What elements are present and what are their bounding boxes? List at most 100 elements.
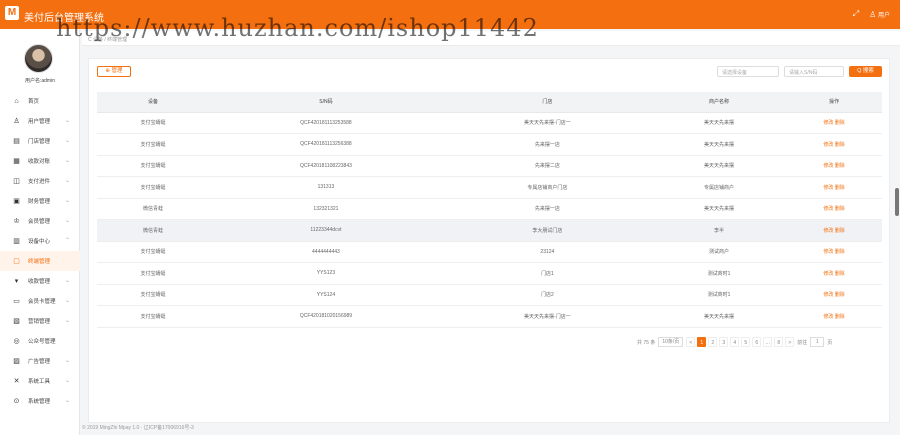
sidebar-item[interactable]: ▥ 设备中心 ⌃ — [0, 231, 80, 251]
menu-icon: ▢ — [13, 257, 20, 265]
table-cell: 李大朋试门店 — [442, 219, 652, 242]
scrollbar[interactable] — [895, 188, 899, 216]
page-button[interactable]: 6 — [752, 337, 762, 347]
page-unit: 页 — [827, 339, 833, 346]
sidebar-item[interactable]: ♔ 会员管理 ⌄ — [0, 211, 80, 231]
menu-icon: ▥ — [13, 237, 20, 245]
row-actions[interactable]: 修改 删除 — [786, 241, 882, 263]
sidebar-item[interactable]: ⌂ 首页 — [0, 91, 80, 111]
table-cell: 微信青蛙 — [97, 198, 209, 220]
breadcrumb: C 设备 / 终端管理 — [82, 31, 900, 46]
expand-icon[interactable]: ⤢ — [853, 9, 859, 19]
page-button[interactable]: 5 — [741, 337, 751, 347]
page-button[interactable]: 3 — [719, 337, 729, 347]
table-cell: 测试商户 — [651, 241, 787, 263]
goto-label: 前往 — [797, 339, 808, 346]
sidebar-item[interactable]: ⊙ 系统管理 ⌄ — [0, 391, 80, 411]
row-actions[interactable]: 修改 删除 — [786, 112, 882, 134]
column-header: 操作 — [786, 92, 882, 113]
page-button[interactable]: > — [785, 337, 795, 347]
table-cell: 美天天先来摆 — [651, 133, 787, 156]
sidebar-item-label: 终端管理 — [28, 259, 51, 265]
sidebar-item[interactable]: ▢ 终端管理 — [0, 251, 80, 271]
sidebar-item-label: 设备中心 — [28, 239, 51, 245]
table-cell: 门店1 — [442, 262, 652, 285]
menu-icon: ▭ — [13, 297, 20, 305]
device-select[interactable]: 请选择设备 — [717, 66, 779, 77]
table-cell: 美天天先来摆 — [651, 112, 787, 134]
sidebar-menu: ⌂ 首页 ♙ 用户管理 ⌄ ▤ 门店管理 ⌄ ▦ 收款对账 ⌄ ◫ 支付进件 ⌄ ▣ 财务管理 ⌄ ♔ 会员管理 ⌄ ▥… — [0, 91, 80, 411]
row-actions[interactable]: 修改 删除 — [786, 198, 882, 220]
goto-input[interactable]: 1 — [810, 337, 825, 347]
sidebar-item[interactable]: ◎ 公众号管理 — [0, 331, 80, 351]
table-row: 微信青蛙 11223344dcvt 李大朋试门店 李半 修改 删除 — [97, 219, 882, 242]
table-cell: 专属店铺商户门店 — [442, 176, 652, 199]
sidebar-item-label: 首页 — [28, 99, 40, 105]
table-cell: 美天天先来摆-门店一 — [442, 112, 652, 134]
table-cell: 4444444443 — [208, 241, 443, 263]
chevron-icon: ⌄ — [64, 158, 70, 164]
row-actions[interactable]: 修改 删除 — [786, 219, 882, 242]
sidebar-item[interactable]: ▭ 会员卡管理 ⌄ — [0, 291, 80, 311]
sidebar-item[interactable]: ▾ 收款管理 ⌄ — [0, 271, 80, 291]
table-row: 支付宝蜻蜓 131313 专属店铺商户门店 专属店铺商户 修改 删除 — [97, 176, 882, 199]
page-button[interactable]: 8 — [774, 337, 784, 347]
sidebar-item-label: 门店管理 — [28, 139, 51, 145]
row-actions[interactable]: 修改 删除 — [786, 133, 882, 156]
chevron-icon: ⌄ — [64, 198, 70, 204]
sn-input[interactable]: 请输入S/N码 — [784, 66, 844, 77]
table-cell: QCF420181113256388 — [208, 133, 443, 156]
sidebar-item[interactable]: ◫ 支付进件 ⌄ — [0, 171, 80, 191]
page-button[interactable]: 4 — [730, 337, 740, 347]
table-cell: 11223344dcvt — [208, 219, 443, 242]
column-header: 门店 — [442, 92, 652, 113]
table-cell: 美天天先来摆 — [651, 305, 787, 328]
sidebar-item-label: 广告管理 — [28, 359, 51, 365]
table-cell: YYS124 — [208, 284, 443, 306]
chevron-icon: ⌄ — [64, 138, 70, 144]
app-title: 美付后台管理系统 — [24, 13, 104, 24]
search-button[interactable]: Q 搜索 — [849, 66, 882, 77]
table-row: 支付宝蜻蜓 4444444443 23124 测试商户 修改 删除 — [97, 241, 882, 263]
sidebar-item-label: 公众号管理 — [28, 339, 56, 345]
row-actions[interactable]: 修改 删除 — [786, 284, 882, 306]
user-menu[interactable]: ♙ 用户 — [869, 10, 890, 19]
menu-icon: ▾ — [14, 277, 19, 285]
manage-button[interactable]: ⊕ 管理 — [97, 66, 131, 77]
row-actions[interactable]: 修改 删除 — [786, 305, 882, 328]
sidebar-item[interactable]: ▦ 收款对账 ⌄ — [0, 151, 80, 171]
sidebar-item[interactable]: ▧ 营销管理 ⌄ — [0, 311, 80, 331]
table-cell: 支付宝蜻蜓 — [97, 284, 209, 306]
table-cell: QCF420181113253588 — [208, 112, 443, 134]
main-panel: ⊕ 管理 请选择设备 请输入S/N码 Q 搜索 设备 S/N码 门店 商户名称 操作 支… — [88, 58, 890, 423]
chevron-icon: ⌄ — [64, 358, 70, 364]
table-cell: 支付宝蜻蜓 — [97, 305, 209, 328]
page-button[interactable]: < — [686, 337, 696, 347]
sidebar-item[interactable]: ▤ 门店管理 ⌄ — [0, 131, 80, 151]
table-cell: 支付宝蜻蜓 — [97, 176, 209, 199]
menu-icon: ▣ — [13, 197, 20, 205]
sidebar-item[interactable]: ♙ 用户管理 ⌄ — [0, 111, 80, 131]
sidebar-item[interactable]: ✕ 系统工具 ⌄ — [0, 371, 80, 391]
menu-icon: ♙ — [13, 117, 20, 125]
page-button[interactable]: 1 — [697, 337, 707, 347]
sidebar-item-label: 收款对账 — [28, 159, 51, 165]
sidebar-item-label: 会员卡管理 — [28, 299, 56, 305]
sidebar-item[interactable]: ▨ 广告管理 ⌄ — [0, 351, 80, 371]
table-cell: 美天天先来摆 — [651, 198, 787, 220]
avatar[interactable] — [24, 44, 53, 73]
sidebar-item-label: 会员管理 — [28, 219, 51, 225]
table-cell: 131313 — [208, 176, 443, 199]
row-actions[interactable]: 修改 删除 — [786, 176, 882, 199]
table-cell: QCF420181108223843 — [208, 155, 443, 177]
table-cell: 132321321 — [208, 198, 443, 220]
sidebar-item[interactable]: ▣ 财务管理 ⌄ — [0, 191, 80, 211]
table-cell: 支付宝蜻蜓 — [97, 112, 209, 134]
table-cell: 先来摆一店 — [442, 133, 652, 156]
table-cell: 支付宝蜻蜓 — [97, 155, 209, 177]
row-actions[interactable]: 修改 删除 — [786, 262, 882, 285]
page-button[interactable]: … — [763, 337, 773, 347]
page-button[interactable]: 2 — [708, 337, 718, 347]
page-size-select[interactable]: 10条/页 — [658, 337, 684, 347]
row-actions[interactable]: 修改 删除 — [786, 155, 882, 177]
